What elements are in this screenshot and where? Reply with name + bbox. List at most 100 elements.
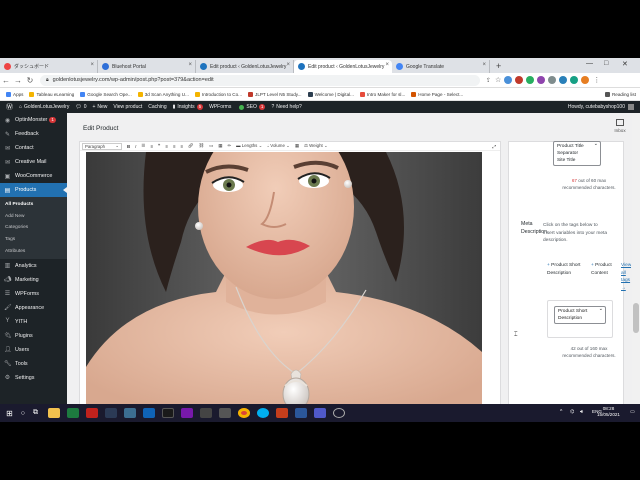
sidebar-item-feedback[interactable]: ✎ Feedback bbox=[0, 127, 67, 141]
excel-icon[interactable] bbox=[66, 408, 79, 418]
file-explorer-icon[interactable] bbox=[47, 408, 60, 418]
sidebar-item-users[interactable]: 👤︎ Users bbox=[0, 343, 67, 357]
align-right-icon[interactable]: ≡ bbox=[180, 144, 183, 149]
chrome-icon[interactable] bbox=[237, 408, 250, 418]
browser-tab-active[interactable]: Edit product ‹ GoldenLotusJewelry × bbox=[294, 60, 392, 73]
profile-avatar[interactable] bbox=[581, 76, 590, 84]
app-icon[interactable] bbox=[218, 408, 231, 418]
bookmark-item[interactable]: Google Search Ope... bbox=[80, 91, 132, 97]
view-all-tags-link[interactable]: View all tags → bbox=[621, 262, 631, 292]
back-icon[interactable]: ← bbox=[0, 76, 12, 85]
extension-icon[interactable] bbox=[537, 76, 546, 84]
notification-icon[interactable]: ▭ bbox=[630, 409, 635, 415]
submenu-attributes[interactable]: Attributes bbox=[0, 245, 67, 257]
new-content-link[interactable]: + New bbox=[92, 104, 107, 110]
search-icon[interactable]: ○ bbox=[21, 410, 25, 417]
bookmark-item[interactable]: Tableau eLearning bbox=[29, 91, 74, 97]
maximize-icon[interactable]: □ bbox=[604, 60, 608, 67]
submenu-tags[interactable]: Tags bbox=[0, 234, 67, 246]
scrollbar-thumb[interactable] bbox=[633, 303, 639, 333]
powerpoint-icon[interactable] bbox=[275, 408, 288, 418]
sidebar-item-tools[interactable]: 🔧︎ Tools bbox=[0, 357, 67, 371]
wordpress-logo-icon[interactable]: Ⓦ bbox=[6, 102, 13, 112]
more-icon[interactable]: ▭ bbox=[209, 143, 213, 149]
app-icon[interactable] bbox=[123, 408, 136, 418]
forward-icon[interactable]: → bbox=[12, 76, 24, 85]
bookmark-item[interactable]: Welcome | Digital... bbox=[307, 91, 354, 97]
acrobat-icon[interactable] bbox=[85, 408, 98, 418]
volume-tray-icon[interactable]: 🔊︎ bbox=[580, 409, 583, 415]
task-view-icon[interactable]: ⧉ bbox=[33, 409, 38, 417]
extension-icon[interactable] bbox=[570, 76, 579, 84]
menu-dots-icon[interactable]: ⋮ bbox=[593, 76, 600, 84]
sidebar-item-yith[interactable]: Y YITH bbox=[0, 315, 67, 329]
extension-icon[interactable] bbox=[526, 76, 535, 84]
bullet-list-icon[interactable]: ☰ bbox=[141, 143, 145, 149]
taskbar-clock[interactable]: 08:28 15/05/2021 bbox=[597, 406, 620, 418]
url-input[interactable]: 🔒︎ goldenlotusjewelry.com/wp-admin/post.… bbox=[40, 74, 480, 86]
window-close-icon[interactable]: ✕ bbox=[622, 60, 628, 68]
share-icon[interactable]: ⇪ bbox=[486, 77, 491, 84]
windows-start-icon[interactable]: ⊞ bbox=[6, 409, 13, 418]
align-center-icon[interactable]: ≡ bbox=[173, 144, 176, 149]
sidebar-item-optinmonster[interactable]: ◉ OptinMonster 1 bbox=[0, 113, 67, 127]
app-icon[interactable] bbox=[161, 408, 174, 418]
bookmark-item[interactable]: Apps bbox=[6, 91, 23, 97]
bookmark-item[interactable]: Introduction to Co... bbox=[194, 91, 242, 97]
new-tab-button[interactable]: + bbox=[490, 60, 507, 73]
lengths-menu[interactable]: ▬ Lengths ⌄ bbox=[236, 143, 262, 149]
fullscreen-icon[interactable]: ⤢ bbox=[492, 144, 496, 149]
sidebar-item-marketing[interactable]: 📣︎ Marketing bbox=[0, 273, 67, 287]
link-icon[interactable]: 🔗︎ bbox=[188, 143, 194, 149]
comments-link[interactable]: 💬︎ 0 bbox=[75, 104, 86, 110]
reading-list[interactable]: Reading list bbox=[604, 91, 636, 97]
bookmark-item[interactable]: Intro Maker for sl... bbox=[359, 91, 405, 97]
app-icon[interactable] bbox=[104, 408, 117, 418]
browser-tab[interactable]: Bluehost Portal × bbox=[98, 60, 196, 73]
browser-tab[interactable]: Edit product ‹ GoldenLotusJewelry × bbox=[196, 60, 294, 73]
seo-link[interactable]: SEO 1 bbox=[237, 104, 266, 110]
teams-icon[interactable] bbox=[313, 408, 326, 418]
close-icon[interactable]: × bbox=[286, 62, 290, 68]
extension-icon[interactable] bbox=[515, 76, 524, 84]
minimize-icon[interactable]: — bbox=[586, 60, 593, 67]
unlink-icon[interactable]: ⛓ bbox=[199, 143, 205, 149]
blockquote-icon[interactable]: ❝ bbox=[158, 143, 160, 149]
italic-icon[interactable]: I bbox=[135, 144, 136, 149]
numbered-list-icon[interactable]: ≡ bbox=[150, 144, 153, 149]
outlook-icon[interactable] bbox=[142, 408, 155, 418]
insights-link[interactable]: ▮ Insights 5 bbox=[173, 104, 204, 110]
bookmark-item[interactable]: JLPT Level N5 Study... bbox=[248, 91, 302, 97]
meta-description-input[interactable]: Product Short Description bbox=[547, 300, 613, 338]
site-name-link[interactable]: ⌂ GoldenLotusJewelry bbox=[19, 104, 69, 110]
product-description-editor[interactable]: Paragraph ⌄ B I ☰ ≡ ❝ ≡ ≡ ≡ 🔗︎ ⛓ ▭ ▦ ✏ ▬ … bbox=[79, 141, 501, 422]
close-icon[interactable]: × bbox=[188, 62, 192, 68]
caching-link[interactable]: Caching bbox=[148, 104, 166, 110]
close-icon[interactable]: × bbox=[482, 62, 486, 68]
submenu-add-new[interactable]: Add New bbox=[0, 211, 67, 223]
view-product-link[interactable]: View product bbox=[113, 104, 142, 110]
bold-icon[interactable]: B bbox=[127, 144, 130, 149]
wpforms-link[interactable]: WPForms bbox=[209, 104, 231, 110]
sidebar-item-woocommerce[interactable]: ▣ WooCommerce bbox=[0, 169, 67, 183]
reload-icon[interactable]: ↻ bbox=[24, 76, 36, 85]
extension-icon[interactable] bbox=[559, 76, 568, 84]
app-icon[interactable] bbox=[332, 408, 345, 418]
bookmark-star-icon[interactable]: ☆ bbox=[495, 76, 501, 84]
close-icon[interactable]: × bbox=[385, 62, 389, 68]
close-icon[interactable]: × bbox=[90, 62, 94, 68]
bookmark-item[interactable]: 3d Scan Anything U... bbox=[137, 91, 189, 97]
submenu-categories[interactable]: Categories bbox=[0, 222, 67, 234]
sidebar-item-products[interactable]: ▤ Products bbox=[0, 183, 67, 197]
meta-tag-select[interactable]: Product Short Description bbox=[554, 306, 606, 324]
sidebar-item-contact[interactable]: ✉ Contact bbox=[0, 141, 67, 155]
user-menu[interactable]: Howdy, cutebabyshop100 bbox=[568, 104, 634, 110]
sidebar-item-analytics[interactable]: ▥ Analytics bbox=[0, 259, 67, 273]
onenote-icon[interactable] bbox=[180, 408, 193, 418]
sidebar-item-creative-mail[interactable]: ✉ Creative Mail bbox=[0, 155, 67, 169]
network-icon[interactable]: ⌬ bbox=[570, 409, 574, 415]
skype-icon[interactable] bbox=[256, 408, 269, 418]
extension-icon[interactable] bbox=[504, 76, 513, 84]
meta-tag-product-content[interactable]: + Product Content bbox=[591, 262, 617, 277]
tray-chevron-icon[interactable]: ^ bbox=[560, 409, 562, 415]
